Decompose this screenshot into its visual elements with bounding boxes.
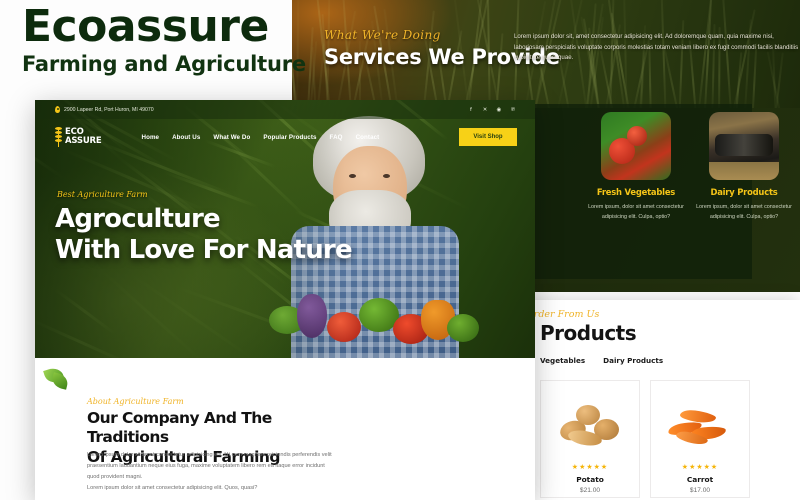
about-section: About Agriculture Farm Our Company And T…	[35, 358, 535, 500]
nav-item-contact[interactable]: Contact	[356, 134, 380, 141]
leaf-icon	[43, 366, 69, 390]
dairy-cows-icon	[709, 112, 779, 180]
rating-stars: ★★★★★	[651, 463, 749, 471]
product-name: Carrot	[651, 475, 749, 484]
service-card-text: Lorem ipsum, dolor sit amet consectetur …	[578, 202, 694, 222]
location-pin-icon	[55, 106, 60, 113]
service-card-title: Fresh Vegetables	[578, 187, 694, 197]
services-script-label: What We're Doing	[324, 28, 441, 42]
service-card-fresh-vegetables[interactable]: Fresh Vegetables Lorem ipsum, dolor sit …	[578, 112, 694, 222]
site-topbar: 2900 Lapeer Rd, Port Huron, MI 49070 f ✕…	[35, 100, 535, 119]
x-twitter-icon[interactable]: ✕	[481, 106, 489, 114]
about-paragraph-1: Lorem ipsum dolor sit amet consectetur a…	[87, 450, 337, 483]
product-price: $21.00	[541, 487, 639, 494]
product-card-list: ★★★★★ Potato $21.00 ★★★★★ Carrot $17.00	[540, 380, 750, 498]
instagram-icon[interactable]: ◉	[495, 106, 503, 114]
service-card-title: Dairy Products	[686, 187, 800, 197]
product-name: Potato	[541, 475, 639, 484]
nav-item-about-us[interactable]: About Us	[172, 134, 200, 141]
tab-vegetables[interactable]: Vegetables	[540, 356, 585, 365]
services-banner: What We're Doing Services We Provide Lor…	[292, 0, 800, 108]
address-block: 2900 Lapeer Rd, Port Huron, MI 49070	[55, 106, 154, 113]
product-card-potato[interactable]: ★★★★★ Potato $21.00	[540, 380, 640, 498]
nav-item-home[interactable]: Home	[142, 134, 160, 141]
service-card-dairy-products[interactable]: Dairy Products Lorem ipsum, dolor sit am…	[686, 112, 800, 222]
site-navbar: ECO ASSURE Home About Us What We Do Popu…	[35, 119, 535, 155]
products-script-label: Order From Us	[526, 309, 599, 320]
website-preview-card: 2900 Lapeer Rd, Port Huron, MI 49070 f ✕…	[35, 100, 535, 500]
about-heading-line-1: Our Company And The Traditions	[87, 409, 272, 446]
site-logo[interactable]: ECO ASSURE	[55, 127, 102, 147]
nav-item-popular-products[interactable]: Popular Products	[263, 134, 316, 141]
product-price: $17.00	[651, 487, 749, 494]
wheat-icon	[55, 127, 62, 147]
facebook-icon[interactable]: f	[467, 106, 475, 114]
logo-text: ECO ASSURE	[65, 128, 102, 146]
about-script-label: About Agriculture Farm	[87, 397, 184, 406]
page-title: Ecoassure	[22, 4, 306, 50]
products-section: Order From Us Products Vegetables Dairy …	[516, 300, 800, 500]
hero-heading-line-2: With Love For Nature	[55, 235, 352, 265]
address-text: 2900 Lapeer Rd, Port Huron, MI 49070	[64, 107, 154, 113]
rating-stars: ★★★★★	[541, 463, 639, 471]
products-tab-list: Vegetables Dairy Products	[540, 356, 663, 365]
title-block: Ecoassure Farming and Agriculture	[22, 4, 306, 76]
vegetables-basket-icon	[601, 112, 671, 180]
hero-heading-line-1: Agroculture	[55, 204, 220, 234]
service-card-text: Lorem ipsum, dolor sit amet consectetur …	[686, 202, 800, 222]
hero-section: 2900 Lapeer Rd, Port Huron, MI 49070 f ✕…	[35, 100, 535, 358]
services-body-text: Lorem ipsum dolor sit, amet consectetur …	[514, 32, 800, 64]
page-subtitle: Farming and Agriculture	[22, 52, 306, 76]
about-paragraph-2: Lorem ipsum dolor sit amet consectetur a…	[87, 483, 337, 494]
nav-item-faq[interactable]: FAQ	[330, 134, 343, 141]
potato-image	[554, 397, 626, 453]
social-links: f ✕ ◉ ℗	[467, 106, 517, 114]
products-heading: Products	[540, 321, 636, 345]
tab-dairy-products[interactable]: Dairy Products	[603, 356, 663, 365]
carrot-image	[664, 397, 736, 453]
nav-item-what-we-do[interactable]: What We Do	[213, 134, 250, 141]
nav-links: Home About Us What We Do Popular Product…	[142, 134, 380, 141]
hero-script-label: Best Agriculture Farm	[57, 190, 148, 199]
hero-heading: Agroculture With Love For Nature	[55, 204, 352, 265]
pinterest-icon[interactable]: ℗	[509, 106, 517, 114]
logo-line-2: ASSURE	[65, 136, 102, 146]
screenshot-canvas: What We're Doing Services We Provide Lor…	[0, 0, 800, 500]
visit-shop-button[interactable]: Visit Shop	[459, 128, 517, 146]
product-card-carrot[interactable]: ★★★★★ Carrot $17.00	[650, 380, 750, 498]
